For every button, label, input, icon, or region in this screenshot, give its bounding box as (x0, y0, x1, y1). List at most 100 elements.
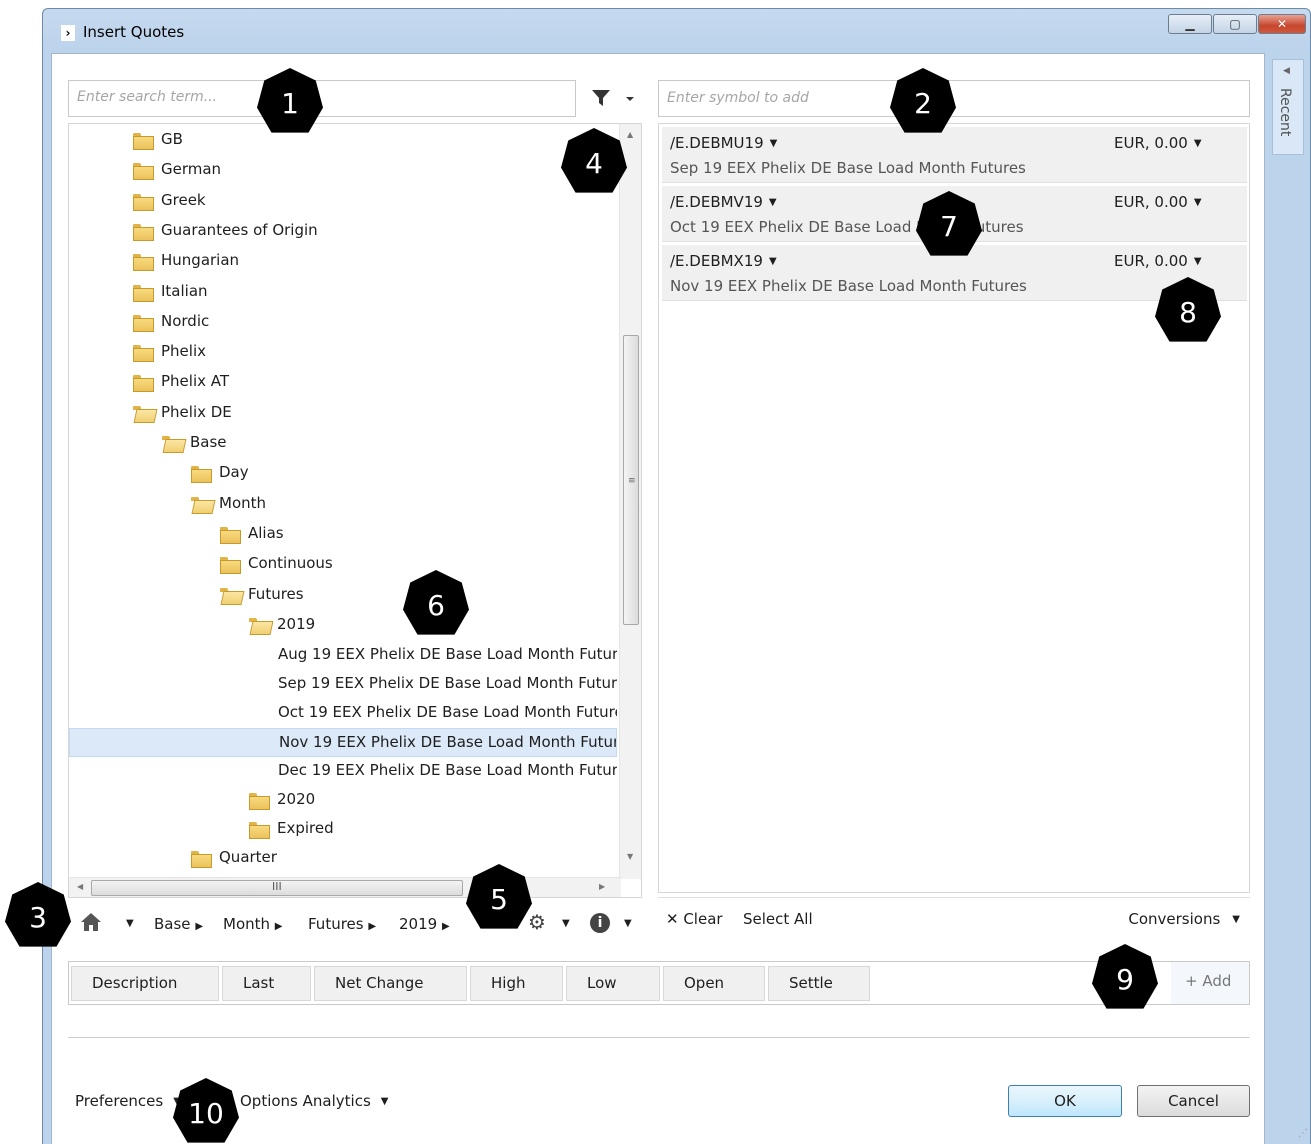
tree-item[interactable]: GB (69, 126, 617, 155)
breadcrumb-item-futures[interactable]: Futures ▶ (308, 915, 376, 933)
select-all-button[interactable]: Select All (743, 910, 813, 928)
tree-item[interactable]: Italian (69, 278, 617, 307)
tree-item[interactable]: Nov 19 EEX Phelix DE Base Load Month Fut… (69, 728, 617, 758)
tree-item[interactable]: Continuous (69, 550, 617, 579)
tree-item-label: German (161, 160, 222, 179)
add-column-button[interactable]: + Add (1171, 962, 1249, 1004)
home-dropdown-icon[interactable]: ▼ (126, 918, 134, 929)
quote-description: Nov 19 EEX Phelix DE Base Load Month Fut… (670, 277, 1027, 295)
close-button[interactable]: ✕ (1258, 14, 1306, 34)
settings-gear-icon[interactable]: ⚙ (528, 910, 546, 934)
folder-icon (133, 345, 154, 363)
preferences-dropdown[interactable]: Preferences ▼ (75, 1092, 181, 1110)
symbol-tree[interactable]: GB German Greek Guarantees of Origin Hungari… (68, 123, 642, 898)
tree-item[interactable]: Aug 19 EEX Phelix DE Base Load Month Fut… (69, 641, 617, 670)
ok-button[interactable]: OK (1008, 1085, 1122, 1117)
app-icon: › (61, 25, 75, 41)
tree-vertical-scrollbar[interactable]: ▲ ≡ ▼ (619, 124, 641, 879)
folder-icon (133, 163, 154, 181)
tree-item[interactable]: Greek (69, 187, 617, 216)
tree-item[interactable]: Day (69, 459, 617, 488)
tree-item[interactable]: Futures (69, 581, 617, 610)
tree-item[interactable]: Guarantees of Origin (69, 217, 617, 246)
vscroll-grip: ≡ (628, 476, 636, 486)
recent-tab[interactable]: ◀ Recent (1272, 59, 1304, 155)
tree-item-label: Quarter (219, 848, 277, 867)
tree-item[interactable]: Alias (69, 520, 617, 549)
tree-item-label: 2019 (277, 614, 316, 633)
column-chip[interactable]: Settle (768, 966, 870, 1001)
tree-item[interactable]: Hungarian (69, 247, 617, 276)
tree-item-label: 2020 (277, 790, 316, 809)
tree-item-label: Hungarian (161, 251, 240, 270)
scroll-right-icon[interactable]: ▶ (599, 882, 605, 891)
conversions-dropdown[interactable]: Conversions ▼ (1128, 910, 1240, 928)
folder-icon (220, 557, 241, 575)
maximize-button[interactable]: ▢ (1213, 14, 1257, 34)
scroll-left-icon[interactable]: ◀ (77, 882, 83, 891)
tree-item[interactable]: Oct 19 EEX Phelix DE Base Load Month Fut… (69, 699, 617, 728)
column-chip[interactable]: High (470, 966, 563, 1001)
hscroll-grip: III (272, 880, 282, 893)
tree-item-label: Greek (161, 190, 206, 209)
minimize-button[interactable]: ▁ (1168, 14, 1212, 34)
tree-item-label: Futures (248, 584, 304, 603)
tree-item-label: Dec 19 EEX Phelix DE Base Load Month Fut… (278, 761, 617, 780)
tree-item[interactable]: Month (69, 490, 617, 519)
info-icon[interactable]: i (590, 913, 610, 933)
tree-item[interactable]: Dec 19 EEX Phelix DE Base Load Month Fut… (69, 757, 617, 786)
tree-item[interactable]: Quarter (69, 844, 617, 873)
cancel-button[interactable]: Cancel (1137, 1085, 1250, 1117)
quote-symbol[interactable]: /E.DEBMU19 ▼ (670, 134, 777, 152)
tree-item[interactable]: Phelix DE (69, 399, 617, 428)
quote-currency[interactable]: EUR, 0.00 ▼ (1114, 134, 1202, 152)
breadcrumb-item-base[interactable]: Base ▶ (154, 915, 203, 933)
scroll-up-icon[interactable]: ▲ (627, 130, 633, 139)
settings-dropdown-icon[interactable]: ▼ (562, 918, 570, 929)
tree-item-label: Day (219, 463, 249, 482)
options-analytics-dropdown[interactable]: Options Analytics ▼ (240, 1092, 388, 1110)
quote-description: Sep 19 EEX Phelix DE Base Load Month Fut… (670, 159, 1026, 177)
scroll-down-icon[interactable]: ▼ (627, 852, 633, 861)
tree-item-label: Guarantees of Origin (161, 220, 318, 239)
column-chip[interactable]: Net Change (314, 966, 467, 1001)
quote-symbol[interactable]: /E.DEBMX19 ▼ (670, 252, 777, 270)
column-chip[interactable]: Open (663, 966, 765, 1001)
resize-grip-icon[interactable]: ⋰ (1298, 1128, 1308, 1139)
tree-item[interactable]: Phelix (69, 338, 617, 367)
clear-button[interactable]: ✕ Clear (666, 910, 723, 928)
filter-button[interactable] (590, 86, 640, 110)
tree-horizontal-scrollbar[interactable]: ◀ III ▶ (69, 877, 621, 897)
collapse-left-icon: ◀ (1283, 66, 1290, 76)
breadcrumb-item-2019[interactable]: 2019 ▶ (399, 915, 450, 933)
column-chip[interactable]: Low (566, 966, 660, 1001)
tree-item[interactable]: Sep 19 EEX Phelix DE Base Load Month Fut… (69, 670, 617, 699)
symbol-input[interactable]: Enter symbol to add (658, 80, 1250, 117)
tree-item[interactable]: Phelix AT (69, 368, 617, 397)
tree-item[interactable]: 2020 (69, 786, 617, 815)
column-chip[interactable]: Last (222, 966, 311, 1001)
breadcrumb: ▼ Base ▶ Month ▶ Futures ▶ 2019 ▶ ⚙ ▼ i … (68, 902, 642, 944)
tree-hscroll-thumb[interactable]: III (91, 880, 463, 896)
tree-item-label: Italian (161, 281, 208, 300)
quote-currency[interactable]: EUR, 0.00 ▼ (1114, 193, 1202, 211)
folder-open-icon (249, 617, 269, 633)
folder-open-icon (162, 436, 182, 451)
tree-item[interactable]: 2019 (69, 611, 617, 640)
column-chip[interactable]: Description (71, 966, 219, 1001)
quote-currency[interactable]: EUR, 0.00 ▼ (1114, 252, 1202, 270)
search-input[interactable]: Enter search term... (68, 80, 576, 117)
info-dropdown-icon[interactable]: ▼ (624, 918, 632, 929)
tree-vscroll-thumb[interactable]: ≡ (623, 335, 639, 625)
home-icon[interactable] (80, 912, 102, 932)
quotes-footer: ✕ Clear Select All Conversions ▼ (658, 897, 1250, 943)
tree-item-label: Nordic (161, 311, 210, 330)
quote-symbol[interactable]: /E.DEBMV19 ▼ (670, 193, 777, 211)
breadcrumb-item-month[interactable]: Month ▶ (223, 915, 283, 933)
chevron-down-icon: ▼ (768, 197, 777, 208)
tree-item[interactable]: Nordic (69, 308, 617, 337)
tree-item[interactable]: German (69, 156, 617, 185)
tree-item[interactable]: Expired (69, 815, 617, 844)
tree-item[interactable]: Base (69, 429, 617, 458)
quote-item[interactable]: /E.DEBMU19 ▼ Sep 19 EEX Phelix DE Base Loa… (662, 127, 1247, 183)
